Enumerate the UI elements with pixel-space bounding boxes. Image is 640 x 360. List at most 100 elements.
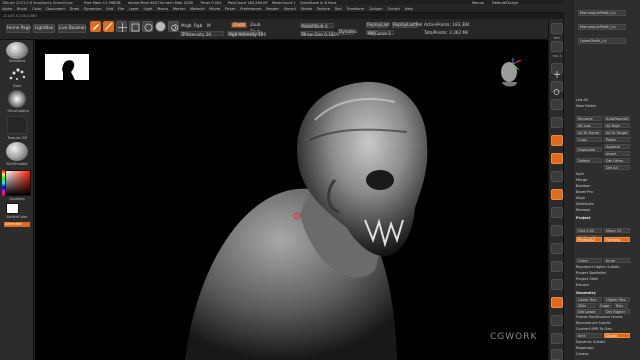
actual-button[interactable]	[551, 99, 563, 110]
bevel-pro-button[interactable]: Bevel Pro	[576, 190, 593, 195]
mean-slider[interactable]: Mean 25	[604, 228, 630, 233]
menu-file[interactable]: File	[118, 7, 124, 11]
menu-alpha[interactable]: Alpha	[2, 7, 12, 11]
subtool-item[interactable]: LowerTeeth_Lo	[578, 38, 626, 44]
zadd-button[interactable]: Zadd	[231, 22, 247, 28]
solo-button[interactable]	[551, 333, 563, 344]
linefill-button[interactable]	[551, 279, 563, 290]
zoom-button[interactable]	[551, 81, 563, 95]
all-to-home-button[interactable]: All To Home	[576, 130, 602, 135]
move-mode-button[interactable]	[116, 21, 127, 32]
lower-res-button[interactable]: Lower Res	[576, 297, 602, 302]
floor-button[interactable]	[551, 153, 563, 164]
remesh-button[interactable]: Remesh	[576, 208, 590, 213]
color-spiral-button[interactable]	[168, 21, 179, 32]
polyf-button[interactable]	[551, 297, 563, 308]
crease[interactable]: Crease	[576, 352, 588, 357]
spix-button[interactable]	[551, 41, 563, 52]
rename-button[interactable]: Rename	[576, 116, 602, 121]
texture-thumbnail[interactable]	[7, 116, 27, 134]
rgb-toggle[interactable]: Rgb	[194, 23, 202, 28]
menu-color[interactable]: Color	[32, 7, 41, 11]
higher-res-button[interactable]: Higher Res	[604, 297, 630, 302]
menu-texture[interactable]: Texture	[317, 7, 330, 11]
farthest-button[interactable]: Farthest	[604, 237, 630, 242]
switch-color-label[interactable]: SwitchColor	[0, 215, 34, 219]
adj-curve-slider[interactable]: AdjCurve 1	[366, 30, 394, 36]
del-higher-button[interactable]: Del Higher	[604, 309, 630, 314]
menu-picker[interactable]: Picker	[225, 7, 236, 11]
orientation-gizmo[interactable]	[497, 58, 523, 90]
menu-stencil[interactable]: Stencil	[284, 7, 296, 11]
scroll-button[interactable]	[551, 63, 563, 78]
rstr-button[interactable]: Rstr	[614, 303, 628, 308]
replaylast-button[interactable]: ReplayLast	[366, 22, 390, 28]
autoreorder-button[interactable]: AutoReorder	[604, 116, 630, 121]
dynamic-button[interactable]: Dynamic	[338, 29, 357, 35]
material-thumbnail[interactable]	[6, 142, 28, 161]
inner-button[interactable]: Inner	[604, 258, 630, 263]
menu-layer[interactable]: Layer	[129, 7, 139, 11]
zsub-button[interactable]: Zsub	[250, 22, 260, 27]
menu-document[interactable]: Document	[46, 7, 65, 11]
frame-button[interactable]	[551, 207, 563, 218]
live-boolean-button[interactable]: Live Boolean	[58, 24, 86, 33]
split-button[interactable]: Split	[576, 172, 584, 177]
distribute-button[interactable]: Distribute	[576, 202, 594, 207]
del-other-button[interactable]: Del Other	[604, 158, 630, 163]
cage-button[interactable]: Cage	[598, 303, 612, 308]
menu-material[interactable]: Material	[190, 7, 205, 11]
bpr-button[interactable]	[551, 23, 563, 34]
menu-draw[interactable]: Draw	[70, 7, 79, 11]
focal-shift-slider[interactable]: Focal Shift 0	[300, 23, 334, 29]
menu-light[interactable]: Light	[144, 7, 153, 11]
menu-zscript[interactable]: Zscript	[387, 7, 399, 11]
menu-tool[interactable]: Tool	[335, 7, 342, 11]
menu-zplugin[interactable]: Zplugin	[369, 7, 383, 11]
m-toggle[interactable]: M	[207, 23, 211, 28]
sculpt-model[interactable]	[35, 40, 548, 360]
smt-button[interactable]: Smt	[576, 333, 602, 338]
xyz-button[interactable]	[551, 189, 563, 200]
persp-button[interactable]	[551, 135, 563, 146]
transp-button[interactable]	[551, 315, 563, 326]
reconstruct-subdiv[interactable]: Reconstruct Subdiv	[576, 321, 611, 326]
move-view-button[interactable]	[551, 225, 563, 236]
del-lower-button[interactable]: Del Lower	[576, 309, 602, 314]
aahalf-button[interactable]	[551, 117, 563, 128]
subtool-item[interactable]: MannequinTeeth_Lo	[578, 24, 626, 30]
menu-movie[interactable]: Movie	[209, 7, 220, 11]
menu-brush[interactable]: Brush	[17, 7, 27, 11]
scale-mode-button[interactable]	[129, 21, 140, 32]
divide-button[interactable]: Divide	[604, 333, 630, 338]
home-page-button[interactable]: Home Page	[6, 24, 31, 33]
new-folder-button[interactable]: New Folder	[576, 104, 596, 109]
all-high-button[interactable]: All High	[604, 123, 630, 128]
menu-marker[interactable]: Marker	[173, 7, 185, 11]
local-button[interactable]	[551, 171, 563, 182]
menu-macro[interactable]: Macro	[157, 7, 168, 11]
brush-thumbnail[interactable]	[6, 42, 28, 59]
default-zscript[interactable]: DefaultZScript	[492, 1, 518, 5]
sdiv-slider[interactable]: SDiv	[576, 303, 596, 308]
outer-button[interactable]: Outer	[576, 258, 602, 263]
geometry-header[interactable]: Geometry	[576, 291, 596, 295]
freeze-subdiv-levels[interactable]: Freeze SubDivision Levels	[576, 315, 622, 320]
menu-dynamics[interactable]: Dynamics	[84, 7, 102, 11]
material-sphere[interactable]	[155, 21, 166, 32]
all-low-button[interactable]: All Low	[576, 123, 602, 128]
project-basrelief[interactable]: Project BasRelief	[576, 271, 606, 276]
mrgb-toggle[interactable]: Mrgb	[181, 23, 192, 28]
menu-help[interactable]: Help	[405, 7, 413, 11]
z-intensity-slider[interactable]: Z Intensity 20	[180, 31, 224, 37]
color-picker[interactable]	[5, 170, 31, 196]
dynamic-subdiv[interactable]: Dynamic Subdiv	[576, 340, 605, 345]
align-button[interactable]: Align	[576, 196, 585, 201]
alpha-thumbnail[interactable]	[7, 90, 27, 108]
replaylastrel-button[interactable]: ReplayLastRel	[392, 22, 422, 28]
project-shell[interactable]: Project Shell	[576, 277, 598, 282]
menu-edit[interactable]: Edit	[106, 7, 113, 11]
copy-button[interactable]: Copy	[576, 137, 602, 142]
duplicate-button[interactable]: Duplicate	[576, 147, 602, 152]
extract-section[interactable]: Extract	[576, 283, 589, 288]
